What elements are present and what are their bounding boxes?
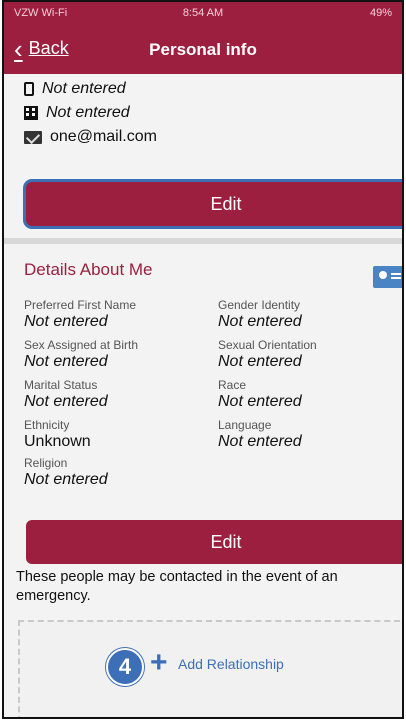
status-bar: VZW Wi-Fi 8:54 AM 49% (4, 2, 402, 26)
field-value: Not entered (218, 313, 302, 330)
field-value: Not entered (24, 393, 108, 410)
field-value: Not entered (24, 353, 108, 370)
field-marital-status: Marital Status Not entered (24, 378, 108, 411)
office-building-icon (24, 106, 38, 120)
edit-details-button[interactable]: Edit (26, 520, 402, 564)
field-value: Not entered (24, 471, 108, 488)
clock: 8:54 AM (182, 7, 224, 19)
plus-icon: + (150, 646, 168, 679)
field-race: Race Not entered (218, 378, 302, 411)
page-title: Personal info (149, 40, 257, 59)
field-value: Not entered (24, 313, 108, 330)
field-label: Sexual Orientation (218, 338, 317, 352)
work-phone-row: Not entered (24, 104, 130, 122)
nav-bar: ‹ Back Personal info (4, 26, 402, 74)
field-label: Sex Assigned at Birth (24, 338, 139, 352)
phone-screen: VZW Wi-Fi 8:54 AM 49% ‹ Back Personal in… (2, 0, 404, 719)
field-value: Not entered (218, 393, 302, 410)
field-label: Preferred First Name (24, 298, 137, 312)
mobile-phone-icon (24, 82, 34, 96)
field-value: Unknown (24, 433, 91, 450)
details-section: Details About Me Preferred First Name No… (4, 244, 402, 512)
add-relationship-area[interactable]: 4 + Add Relationship (18, 620, 402, 717)
field-label: Religion (24, 456, 68, 470)
field-value: Not entered (218, 353, 302, 370)
field-gender-identity: Gender Identity Not entered (218, 298, 302, 331)
work-phone-value: Not entered (46, 104, 130, 121)
email-row: one@mail.com (24, 128, 157, 146)
field-ethnicity: Ethnicity Unknown (24, 418, 91, 451)
field-religion: Religion Not entered (24, 456, 108, 489)
field-label: Race (218, 378, 247, 392)
email-value: one@mail.com (50, 128, 157, 145)
field-sex-assigned-at-birth: Sex Assigned at Birth Not entered (24, 338, 138, 371)
edit-contact-button[interactable]: Edit (26, 182, 402, 226)
field-label: Language (218, 418, 272, 432)
field-language: Language Not entered (218, 418, 302, 451)
step-badge: 4 (106, 648, 144, 686)
field-value: Not entered (218, 433, 302, 450)
field-label: Marital Status (24, 378, 98, 392)
id-card-icon[interactable] (373, 266, 402, 288)
field-preferred-first-name: Preferred First Name Not entered (24, 298, 136, 331)
phone-row: Not entered (24, 80, 126, 98)
phone-value: Not entered (42, 80, 126, 97)
field-label: Gender Identity (218, 298, 301, 312)
field-sexual-orientation: Sexual Orientation Not entered (218, 338, 317, 371)
email-icon (24, 130, 42, 144)
emergency-note: These people may be contacted in the eve… (16, 569, 338, 604)
field-label: Ethnicity (24, 418, 70, 432)
battery-level: 49% (369, 7, 392, 19)
details-heading: Details About Me (24, 260, 153, 279)
add-relationship-link[interactable]: Add Relationship (178, 656, 284, 672)
